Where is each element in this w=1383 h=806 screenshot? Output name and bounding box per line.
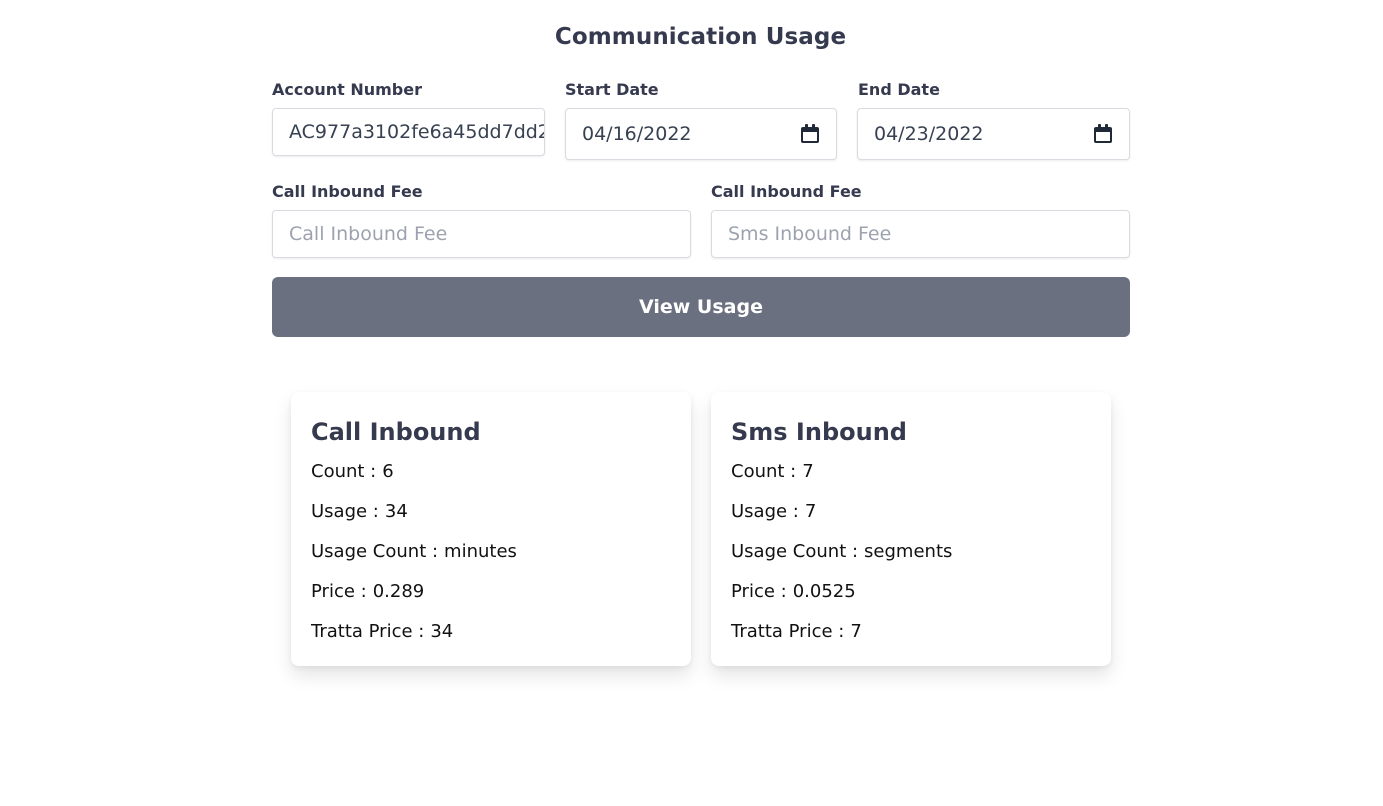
- account-number-label: Account Number: [272, 80, 422, 99]
- call-inbound-fee-placeholder: Call Inbound Fee: [289, 223, 448, 245]
- sms-inbound-fee-placeholder: Sms Inbound Fee: [728, 223, 892, 245]
- card-row-usage-count: Usage Count : segments: [731, 532, 1091, 572]
- end-date-value: 04/23/2022: [874, 123, 984, 145]
- row-value: minutes: [444, 541, 517, 562]
- call-inbound-fee-label: Call Inbound Fee: [272, 182, 423, 201]
- start-date-input[interactable]: 04/16/2022: [565, 108, 837, 160]
- card-row-usage: Usage :34: [311, 492, 671, 532]
- usage-page: Communication Usage Account Number AC977…: [0, 0, 1383, 806]
- row-value: segments: [864, 541, 953, 562]
- card-row-tratta-price: Tratta Price :7: [731, 612, 1091, 652]
- card-title: Sms Inbound: [731, 418, 907, 446]
- row-label: Usage :: [731, 501, 799, 522]
- card-title: Call Inbound: [311, 418, 481, 446]
- card-row-price: Price :0.289: [311, 572, 671, 612]
- card-row-count: Count :6: [311, 452, 671, 492]
- card-row-usage-count: Usage Count : minutes: [311, 532, 671, 572]
- row-label: Price :: [731, 581, 787, 602]
- card-row-price: Price :0.0525: [731, 572, 1091, 612]
- row-label: Tratta Price :: [731, 621, 845, 642]
- view-usage-button[interactable]: View Usage: [272, 277, 1130, 337]
- row-label: Usage Count :: [311, 541, 439, 562]
- account-number-input[interactable]: AC977a3102fe6a45dd7dd2: [272, 108, 545, 156]
- row-value: 34: [384, 501, 408, 522]
- row-label: Count :: [311, 461, 377, 482]
- row-value: 0.0525: [792, 581, 856, 602]
- row-label: Usage :: [311, 501, 379, 522]
- row-label: Usage Count :: [731, 541, 859, 562]
- row-value: 34: [430, 621, 454, 642]
- row-label: Price :: [311, 581, 367, 602]
- call-inbound-fee-input[interactable]: Call Inbound Fee: [272, 210, 691, 258]
- start-date-value: 04/16/2022: [582, 123, 692, 145]
- end-date-input[interactable]: 04/23/2022: [857, 108, 1130, 160]
- sms-inbound-fee-label: Call Inbound Fee: [711, 182, 862, 201]
- row-label: Count :: [731, 461, 797, 482]
- calendar-icon[interactable]: [800, 124, 820, 144]
- start-date-label: Start Date: [565, 80, 659, 99]
- row-value: 6: [382, 461, 394, 482]
- row-value: 7: [802, 461, 814, 482]
- account-number-value: AC977a3102fe6a45dd7dd2: [289, 121, 545, 143]
- page-title: Communication Usage: [554, 24, 847, 50]
- card-row-usage: Usage :7: [731, 492, 1091, 532]
- end-date-label: End Date: [858, 80, 940, 99]
- sms-inbound-fee-input[interactable]: Sms Inbound Fee: [711, 210, 1130, 258]
- calendar-icon[interactable]: [1093, 124, 1113, 144]
- row-value: 7: [804, 501, 817, 522]
- row-label: Tratta Price :: [311, 621, 425, 642]
- call-inbound-card: Call Inbound Count :6 Usage :34 Usage Co…: [291, 392, 691, 666]
- row-value: 0.289: [372, 581, 425, 602]
- card-row-tratta-price: Tratta Price :34: [311, 612, 671, 652]
- sms-inbound-card: Sms Inbound Count :7 Usage :7 Usage Coun…: [711, 392, 1111, 666]
- row-value: 7: [850, 621, 862, 642]
- card-row-count: Count :7: [731, 452, 1091, 492]
